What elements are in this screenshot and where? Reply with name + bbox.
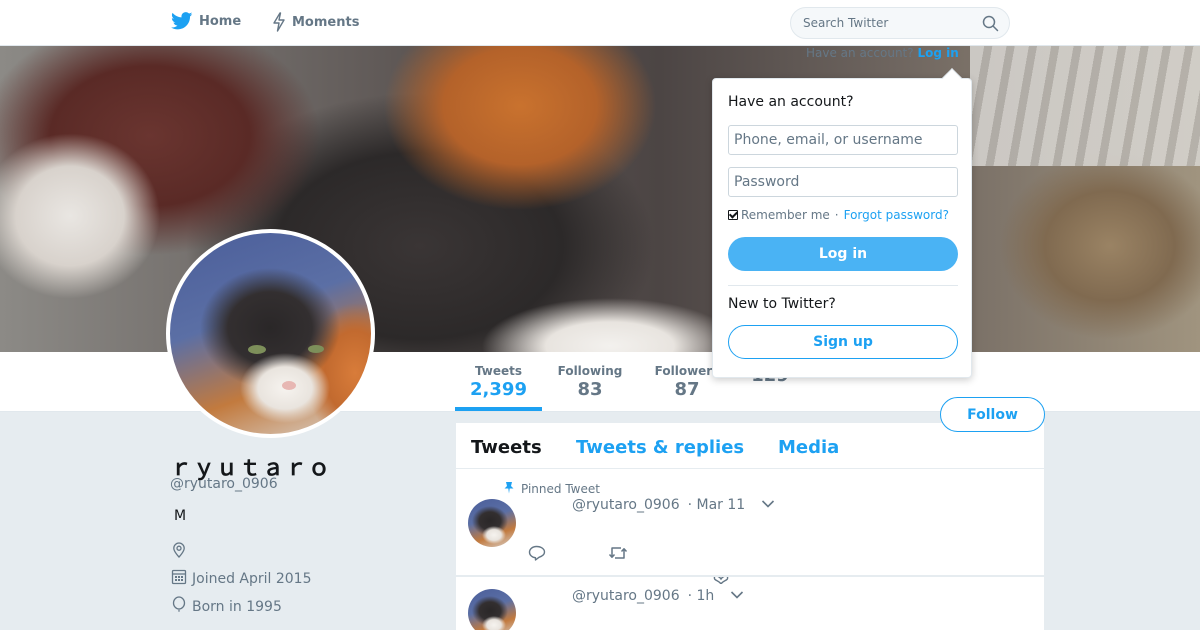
search-box	[790, 7, 1010, 39]
pinned-label: Pinned Tweet	[503, 481, 600, 497]
active-stat-indicator	[455, 407, 542, 411]
balloon-icon	[171, 596, 187, 617]
tab-tweets-replies[interactable]: Tweets & replies	[576, 437, 744, 458]
stat-following[interactable]: Following 83	[552, 364, 628, 400]
chevron-down-icon[interactable]	[761, 497, 775, 513]
login-dropdown: Have an account? Remember me · Forgot pa…	[712, 68, 972, 378]
account-hint: Have an account? Log in	[806, 46, 959, 60]
joined-row: Joined April 2015	[171, 568, 312, 589]
tweet[interactable]: @ryutaro_0906 · 1h	[456, 576, 1044, 630]
tab-media[interactable]: Media	[778, 437, 839, 458]
search-icon[interactable]	[982, 15, 999, 36]
chevron-down-icon[interactable]	[730, 588, 744, 604]
tweet-avatar[interactable]	[468, 499, 516, 547]
remember-label[interactable]: Remember me	[741, 208, 830, 222]
pin-icon	[503, 481, 515, 497]
remember-row: Remember me · Forgot password?	[728, 208, 949, 222]
profile-handle: @ryutaro_0906	[170, 476, 278, 492]
birthday-row: Born in 1995	[171, 596, 282, 617]
profile-avatar[interactable]	[166, 229, 375, 438]
divider	[728, 285, 958, 286]
tweet-handle[interactable]: @ryutaro_0906	[572, 588, 680, 604]
username-field[interactable]	[728, 125, 958, 155]
remember-checkbox[interactable]	[728, 210, 738, 220]
tweet-actions	[528, 545, 628, 565]
lightning-icon	[272, 12, 286, 32]
tweet-header: @ryutaro_0906 · Mar 11	[572, 497, 775, 513]
retweet-icon[interactable]	[608, 545, 628, 565]
reply-icon[interactable]	[528, 545, 546, 565]
born-text: Born in 1995	[192, 598, 282, 615]
stat-label: Tweets	[474, 364, 523, 378]
nav-moments-label: Moments	[292, 14, 360, 30]
tab-tweets[interactable]: Tweets	[471, 437, 542, 458]
joined-text: Joined April 2015	[192, 570, 312, 587]
stat-value: 87	[674, 379, 700, 400]
profile-bio: M	[174, 508, 187, 524]
login-link[interactable]: Log in	[917, 46, 958, 60]
calendar-icon	[171, 568, 187, 589]
nav-moments[interactable]: Moments	[272, 12, 359, 32]
timeline: Tweets Tweets & replies Media Pinned Twe…	[456, 423, 1044, 630]
nav-home-label: Home	[199, 13, 242, 29]
avatar-detail	[248, 345, 266, 354]
tweet-time[interactable]: · Mar 11	[688, 497, 746, 513]
forgot-password-link[interactable]: Forgot password?	[844, 208, 949, 222]
pinned-text: Pinned Tweet	[521, 482, 600, 496]
tweet-header: @ryutaro_0906 · 1h	[572, 588, 744, 604]
signup-button[interactable]: Sign up	[728, 325, 958, 359]
location-pin-icon	[171, 542, 187, 562]
twitter-bird-icon	[171, 12, 193, 30]
account-hint-text: Have an account?	[806, 46, 914, 60]
follow-button[interactable]: Follow	[940, 397, 1045, 432]
stat-tweets[interactable]: Tweets 2,399	[455, 364, 542, 400]
login-button[interactable]: Log in	[728, 237, 958, 271]
tweet-avatar[interactable]	[468, 589, 516, 630]
search-input[interactable]	[803, 16, 973, 30]
stat-value: 2,399	[470, 379, 527, 400]
separator: ·	[834, 208, 839, 222]
avatar-detail	[282, 381, 296, 390]
tweet-time[interactable]: · 1h	[688, 588, 715, 604]
top-nav: Home Moments	[0, 0, 1200, 46]
password-field[interactable]	[728, 167, 958, 197]
stat-label: Following	[557, 364, 623, 378]
nav-home[interactable]: Home	[171, 12, 241, 30]
location-row	[171, 542, 187, 562]
login-title: Have an account?	[728, 94, 854, 110]
banner-pattern	[970, 46, 1200, 166]
signup-prompt: New to Twitter?	[728, 296, 836, 312]
tweet-handle[interactable]: @ryutaro_0906	[572, 497, 680, 513]
stat-value: 83	[577, 379, 603, 400]
avatar-detail	[308, 345, 324, 353]
